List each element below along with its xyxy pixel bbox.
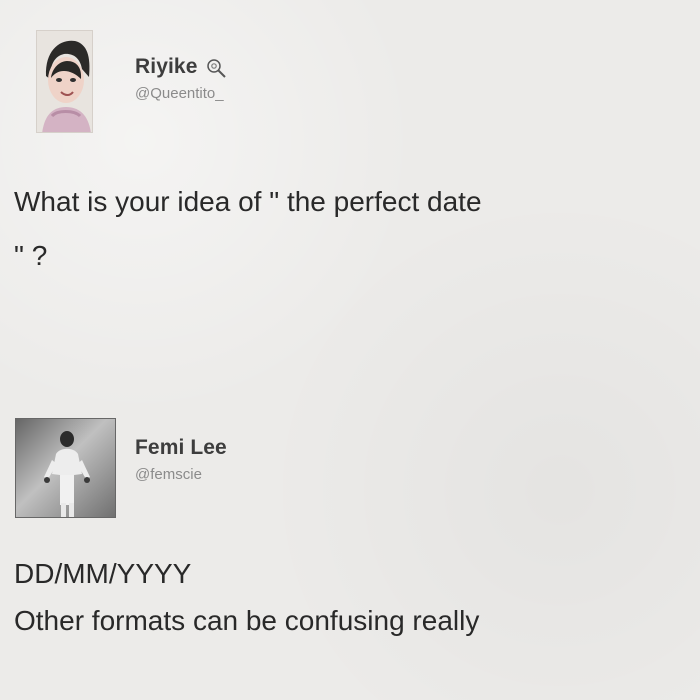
avatar[interactable] xyxy=(15,418,116,518)
original-post: Riyike @Queentito_ What is your idea of … xyxy=(0,30,700,310)
reply-post: Femi Lee @femscie DD/MM/YYYY Other forma… xyxy=(0,414,700,700)
handle[interactable]: @femscie xyxy=(135,466,227,483)
magnifier-icon xyxy=(205,57,229,81)
display-name-row: Femi Lee xyxy=(135,434,227,462)
user-block: Femi Lee @femscie xyxy=(135,434,227,483)
post-thread: Riyike @Queentito_ What is your idea of … xyxy=(0,0,700,700)
avatar-image xyxy=(16,419,115,517)
post-text: What is your idea of " the perfect date … xyxy=(14,186,482,271)
display-name[interactable]: Femi Lee xyxy=(135,436,227,460)
display-name[interactable]: Riyike xyxy=(135,55,197,79)
user-block: Riyike @Queentito_ xyxy=(135,53,229,102)
display-name-row: Riyike xyxy=(135,53,229,81)
post-text-line-1: DD/MM/YYYY xyxy=(14,558,192,589)
handle[interactable]: @Queentito_ xyxy=(135,85,229,102)
avatar-image xyxy=(37,31,92,132)
avatar[interactable] xyxy=(36,30,93,133)
post-text-line-2: Other formats can be confusing really xyxy=(14,605,480,636)
